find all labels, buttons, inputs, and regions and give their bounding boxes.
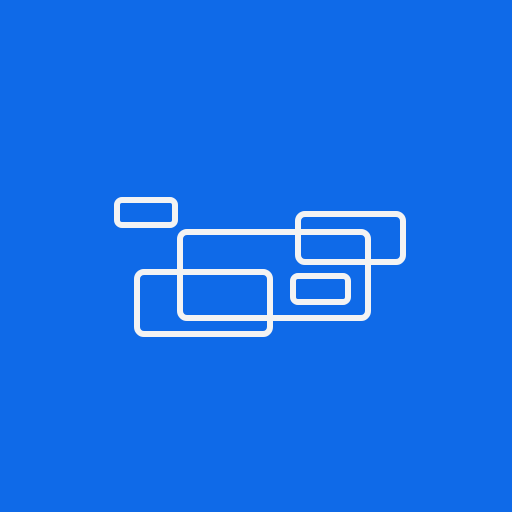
blue-background — [0, 0, 512, 512]
left-bottom-rectangle — [134, 269, 273, 337]
top-right-rectangle — [295, 211, 406, 265]
small-right-bottom-rectangle — [290, 273, 351, 305]
small-top-left-rectangle — [114, 197, 178, 228]
overlapping-rectangles-icon — [114, 197, 406, 337]
